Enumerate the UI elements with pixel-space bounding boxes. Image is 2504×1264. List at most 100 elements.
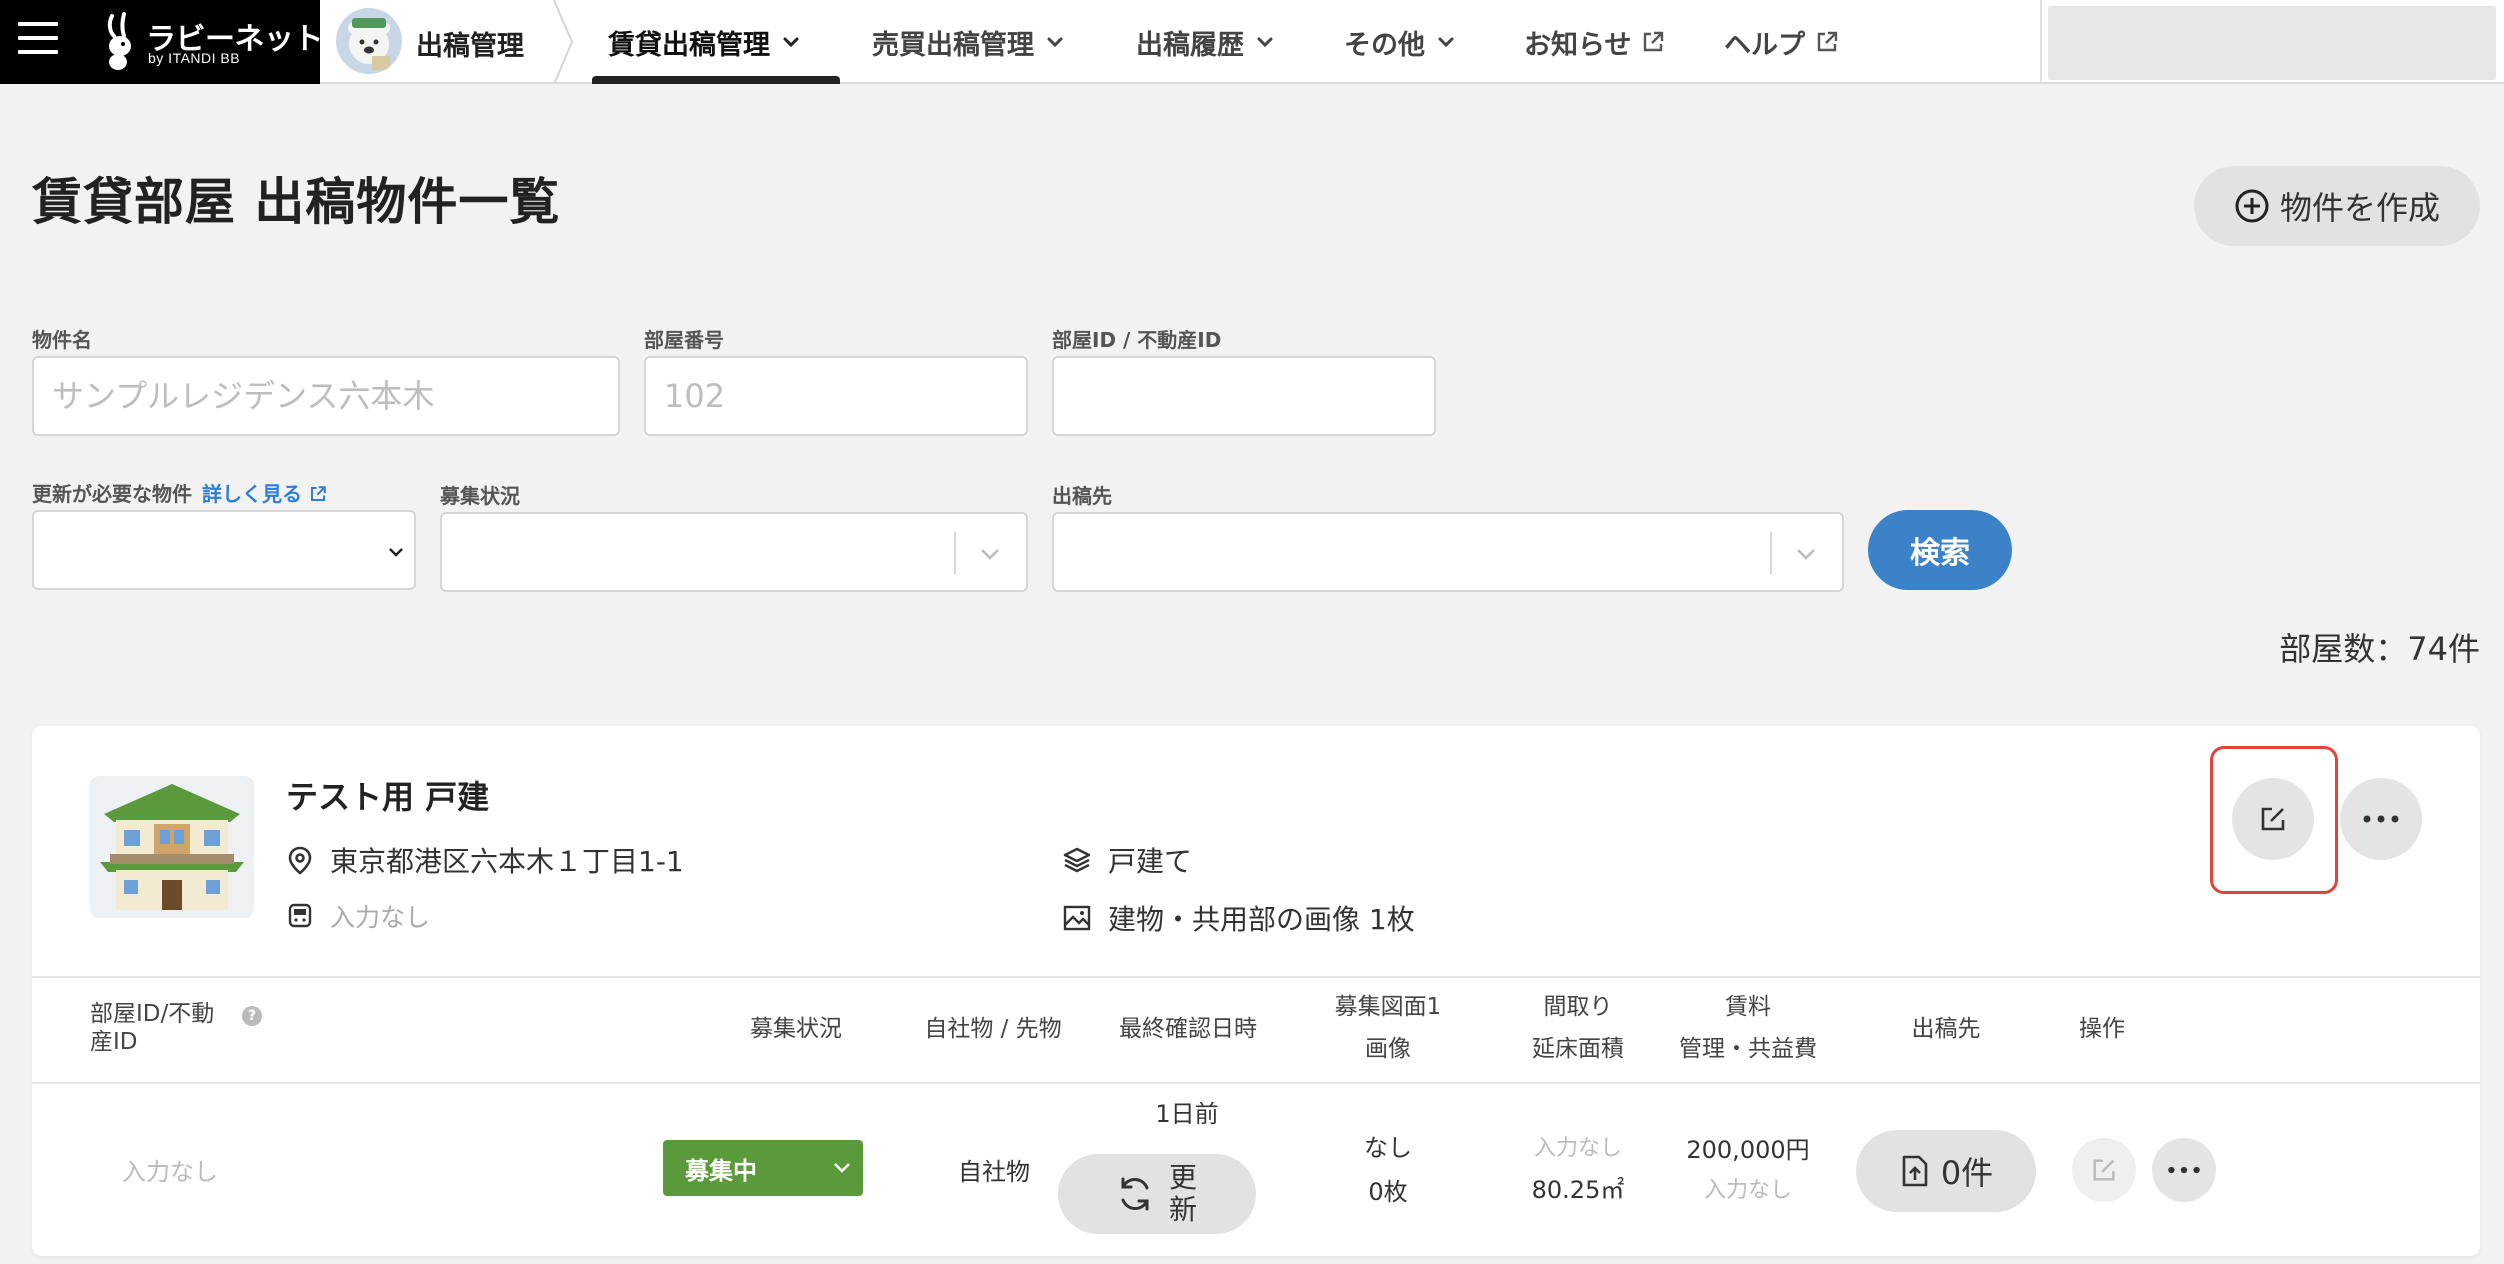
header-rent: 賃料 <box>1725 994 1771 1020</box>
account-area[interactable] <box>2048 6 2496 80</box>
refresh-icon <box>1121 1177 1149 1211</box>
create-property-button[interactable]: 物件を作成 <box>2194 166 2480 246</box>
needs-update-select[interactable] <box>32 510 416 590</box>
update-button[interactable]: 更新 <box>1058 1154 1256 1234</box>
external-link-icon <box>310 486 326 501</box>
address-text: 東京都港区六本木１丁目1-1 <box>330 845 684 878</box>
help-icon[interactable]: ? <box>242 1006 262 1026</box>
more-info-link[interactable]: 詳しく見る <box>202 482 327 506</box>
property-name[interactable]: テスト用 戸建 <box>286 772 489 818</box>
room-number-label: 部屋番号 <box>644 328 724 352</box>
header-room-id: 部屋ID/不動産ID <box>90 1000 220 1056</box>
property-name-input[interactable] <box>32 356 620 436</box>
chevron-down-icon <box>1438 37 1454 48</box>
edit-icon <box>2093 1159 2115 1181</box>
edit-property-button[interactable] <box>2232 778 2314 860</box>
nav-news[interactable]: お知らせ <box>1524 0 1665 84</box>
edit-icon <box>2261 807 2285 831</box>
chevron-down-icon <box>1257 37 1273 48</box>
page-title: 賃貸部屋 出稿物件一覧 <box>32 173 561 231</box>
nav-item-label: その他 <box>1344 29 1425 61</box>
row-last-confirmed: 1日前 <box>1155 1100 1219 1128</box>
header-room-id-text: 部屋ID/不動産ID <box>90 1001 215 1055</box>
chevron-down-icon <box>834 1163 850 1173</box>
room-number-input[interactable] <box>644 356 1028 436</box>
house-thumbnail-icon[interactable] <box>90 776 254 918</box>
upload-file-icon <box>1902 1155 1928 1187</box>
bear-avatar-icon <box>336 8 402 74</box>
hamburger-menu-icon[interactable] <box>18 22 58 58</box>
header-operations: 操作 <box>2079 1016 2125 1042</box>
chevron-down-icon <box>389 548 403 557</box>
external-link-icon <box>1817 31 1838 52</box>
image-icon <box>1063 905 1091 931</box>
building-images: 建物・共用部の画像 1枚 <box>1062 898 1415 938</box>
header-own-or-external: 自社物 / 先物 <box>924 1016 1062 1042</box>
nav-history[interactable]: 出稿履歴 <box>1136 0 1274 84</box>
destination-select[interactable] <box>1052 512 1844 592</box>
brand-subtitle: by ITANDI BB <box>148 50 241 66</box>
chevron-down-icon <box>1797 549 1815 560</box>
breadcrumb-chevron-icon <box>553 0 574 84</box>
room-id-input[interactable] <box>1052 356 1436 436</box>
station-text: 入力なし <box>330 903 431 932</box>
recruit-status-value: 募集中 <box>685 1156 757 1185</box>
create-property-label: 物件を作成 <box>2279 189 2440 227</box>
nav-item-label: 賃貸出稿管理 <box>608 29 770 61</box>
train-icon <box>288 903 312 928</box>
more-horizontal-icon <box>2363 815 2399 823</box>
more-options-button[interactable] <box>2340 778 2422 860</box>
needs-update-label: 更新が必要な物件 詳しく見る <box>32 478 327 507</box>
header-management-fee: 管理・共益費 <box>1679 1036 1817 1062</box>
nav-item-label: 出稿履歴 <box>1136 29 1244 61</box>
nav-item-label: お知らせ <box>1524 29 1632 61</box>
nav-other[interactable]: その他 <box>1344 0 1455 84</box>
breadcrumb[interactable]: 出稿管理 <box>320 0 574 84</box>
room-count: 部屋数：74件 <box>2279 630 2480 668</box>
more-horizontal-icon <box>2168 1166 2200 1174</box>
nav-item-label: 売買出稿管理 <box>872 29 1034 61</box>
header-status: 募集状況 <box>750 1016 842 1042</box>
chevron-down-icon <box>1047 37 1063 48</box>
property-name-label: 物件名 <box>32 328 92 352</box>
row-rent: 200,000円 <box>1686 1136 1810 1164</box>
brand-area: ラビーネットBB by ITANDI BB <box>0 0 366 84</box>
row-own-or-external: 自社物 <box>958 1158 1030 1186</box>
header-floorplan: 募集図面1 <box>1334 994 1442 1020</box>
row-room-id: 入力なし <box>122 1158 218 1186</box>
destination-count: 0件 <box>1940 1154 1994 1192</box>
header-last-confirmed: 最終確認日時 <box>1119 1016 1257 1042</box>
breadcrumb-label: 出稿管理 <box>416 31 524 62</box>
nav-item-label: ヘルプ <box>1724 29 1805 61</box>
property-station: 入力なし <box>286 898 430 934</box>
chevron-down-icon <box>783 37 799 48</box>
location-pin-icon <box>288 846 312 875</box>
header-images: 画像 <box>1365 1036 1411 1062</box>
destination-label: 出稿先 <box>1052 484 1112 508</box>
nav-rental-management[interactable]: 賃貸出稿管理 <box>608 0 800 84</box>
active-tab-indicator <box>592 76 840 84</box>
more-info-link-text: 詳しく見る <box>202 482 302 506</box>
row-image-count: 0枚 <box>1368 1178 1408 1206</box>
row-more-options-button[interactable] <box>2152 1138 2216 1202</box>
nav-divider <box>2040 0 2042 84</box>
property-address: 東京都港区六本木１丁目1-1 <box>286 840 684 880</box>
plus-circle-icon <box>2235 189 2269 223</box>
row-management-fee: 入力なし <box>1703 1178 1792 1203</box>
recruit-status-select[interactable] <box>440 512 1028 592</box>
nav-sales-management[interactable]: 売買出稿管理 <box>872 0 1064 84</box>
rabbit-logo-icon <box>107 12 131 70</box>
building-type: 戸建て <box>1062 840 1192 880</box>
top-navigation: ラビーネットBB by ITANDI BB 出稿管理 賃貸出稿管理 売買出稿管理 <box>0 0 2504 84</box>
row-edit-button[interactable] <box>2072 1138 2136 1202</box>
recruit-status-dropdown[interactable]: 募集中 <box>663 1140 863 1196</box>
publish-destinations-button[interactable]: 0件 <box>1856 1130 2036 1212</box>
external-link-icon <box>1644 31 1664 52</box>
layers-icon <box>1063 847 1091 873</box>
header-destination: 出稿先 <box>1911 1016 1981 1042</box>
needs-update-label-text: 更新が必要な物件 <box>32 482 192 506</box>
property-card: テスト用 戸建 東京都港区六本木１丁目1-1 入力なし 戸建て 建物・共用部の画… <box>32 726 2480 1256</box>
row-divider <box>32 1082 2480 1084</box>
search-button[interactable]: 検索 <box>1868 510 2012 590</box>
nav-help[interactable]: ヘルプ <box>1724 0 1839 84</box>
